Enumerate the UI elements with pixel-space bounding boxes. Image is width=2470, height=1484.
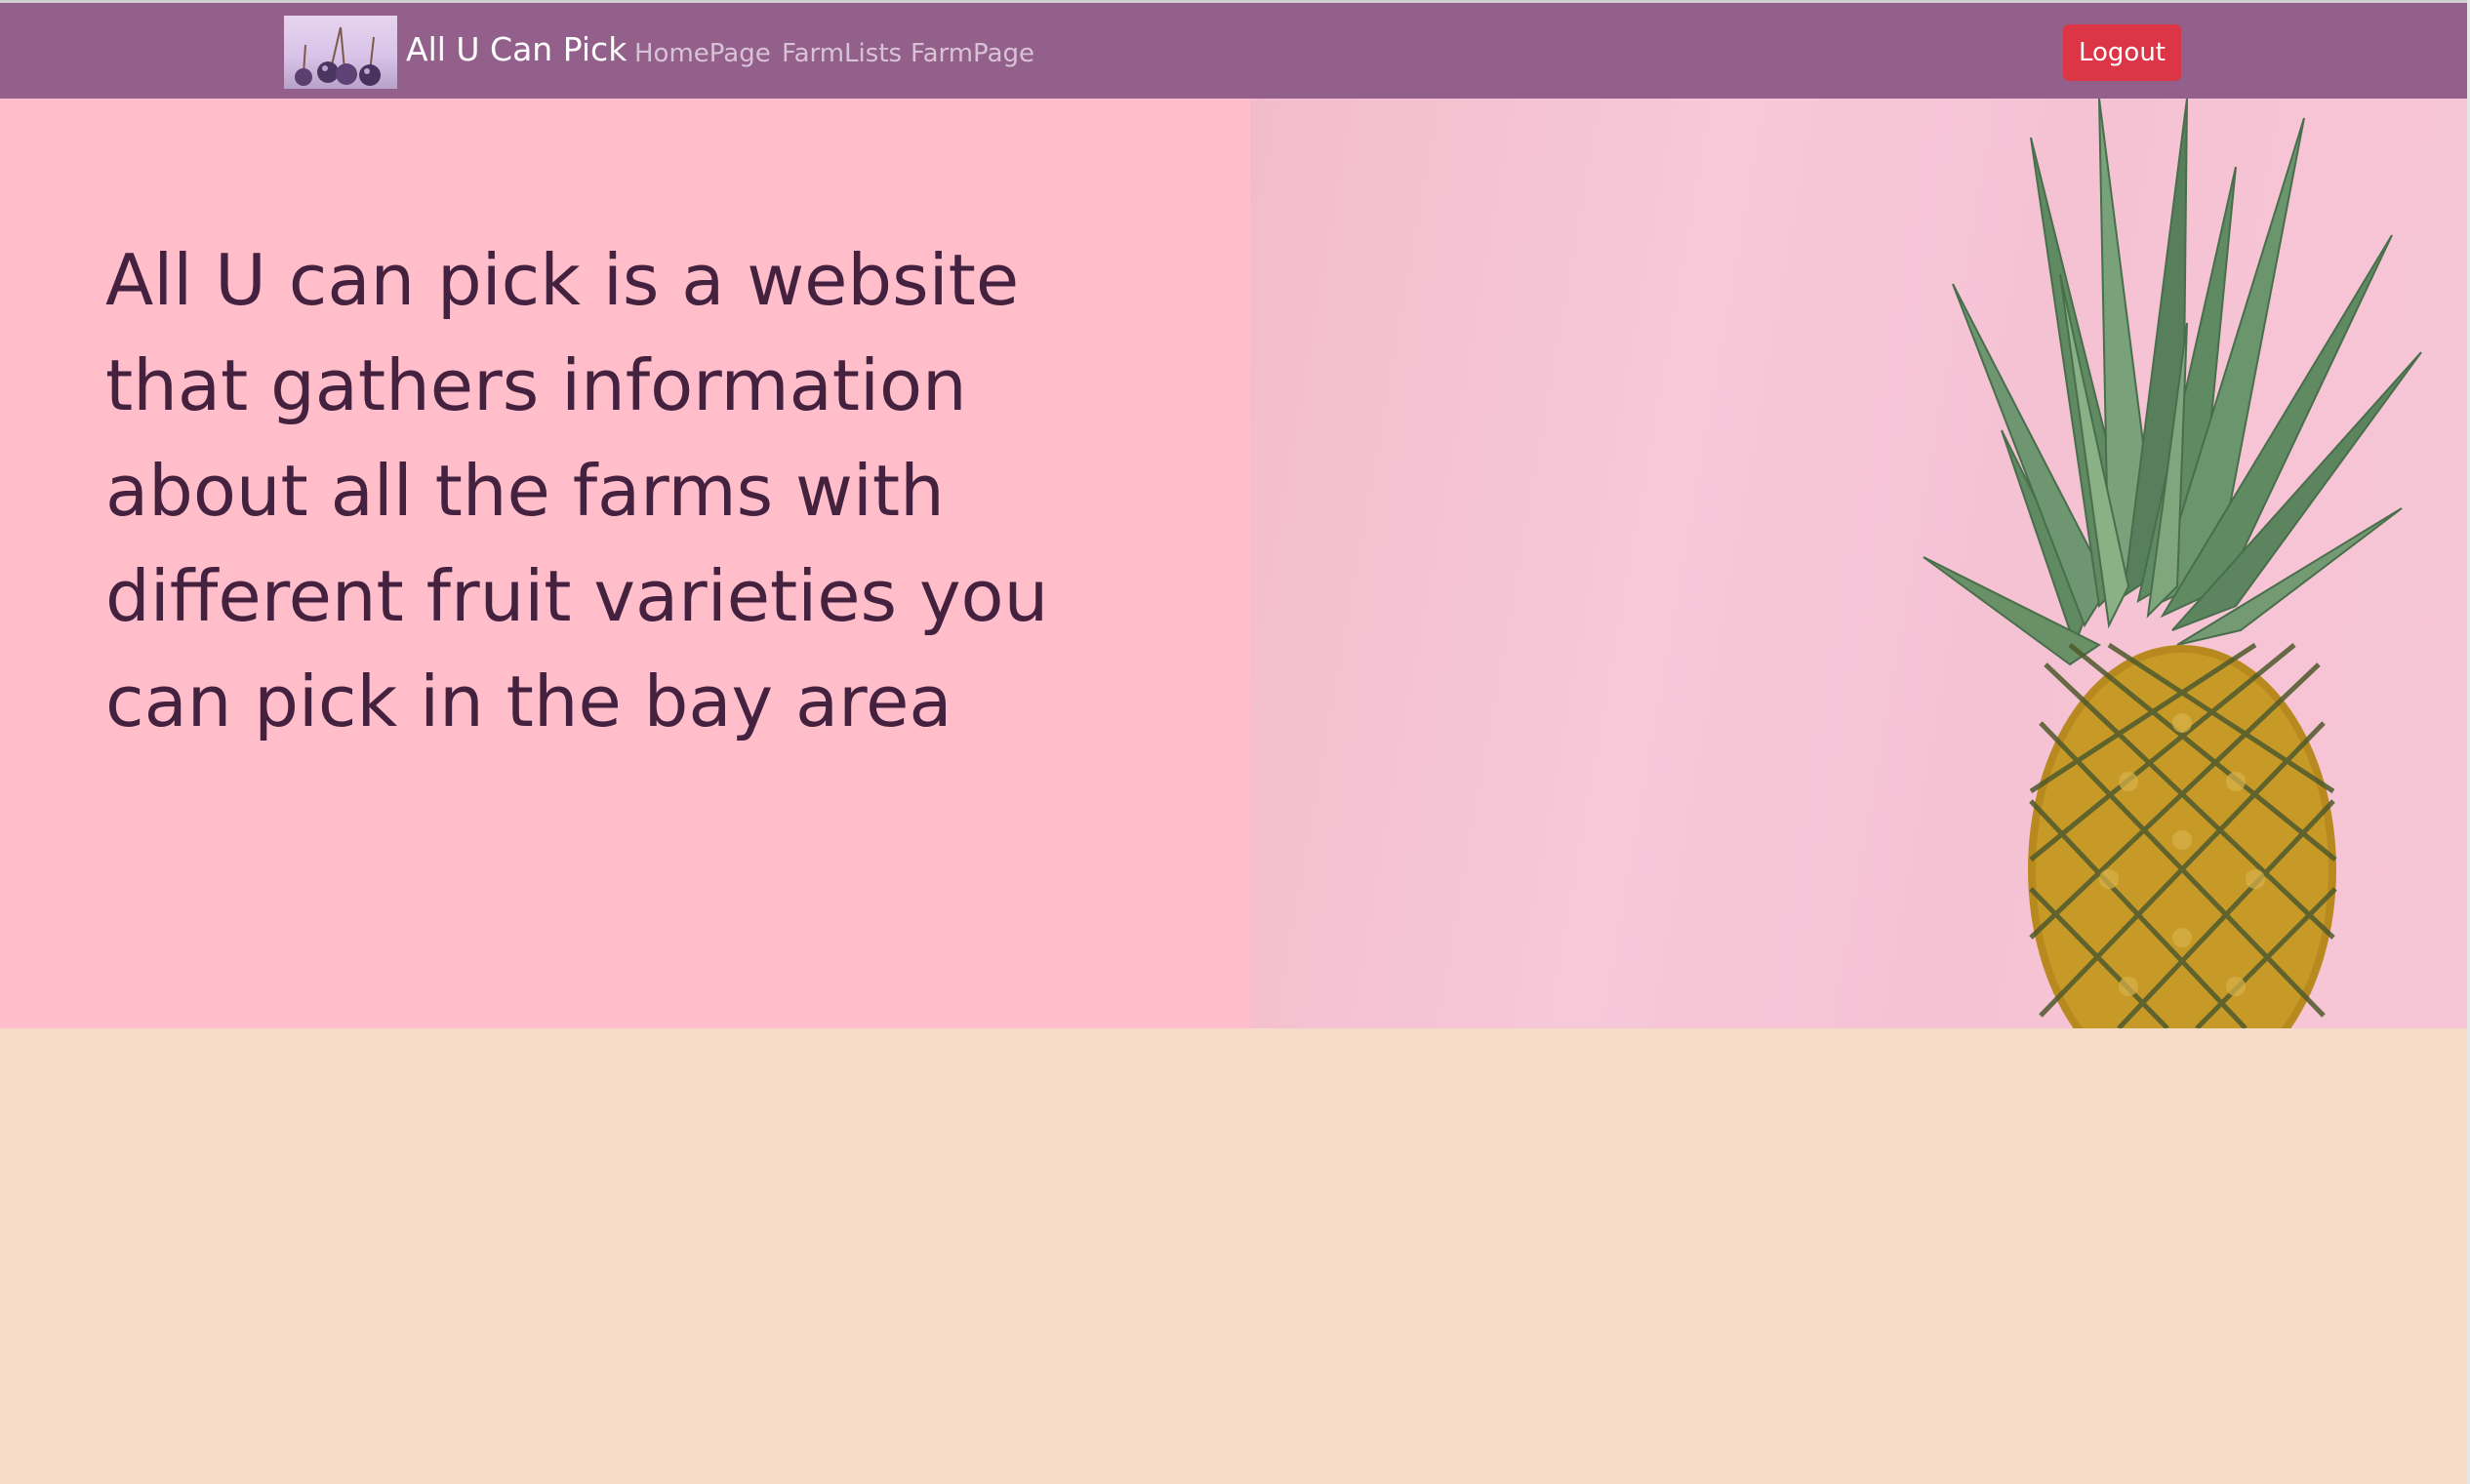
- hero-text-panel: All U can pick is a website that gathers…: [0, 99, 1250, 1028]
- navbar: All U Can Pick HomePage FarmLists FarmPa…: [0, 3, 2467, 99]
- logout-button[interactable]: Logout: [2063, 24, 2181, 81]
- hero-description: All U can pick is a website that gathers…: [105, 239, 1049, 742]
- cherries-logo-icon[interactable]: [284, 16, 397, 89]
- nav-link-homepage[interactable]: HomePage: [634, 34, 771, 73]
- page-background-section: [0, 1028, 2467, 1484]
- nav-link-farmpage[interactable]: FarmPage: [911, 34, 1034, 73]
- nav-link-farmlists[interactable]: FarmLists: [782, 34, 902, 73]
- pineapple-image: [1250, 99, 2467, 1028]
- brand-name[interactable]: All U Can Pick: [406, 28, 627, 71]
